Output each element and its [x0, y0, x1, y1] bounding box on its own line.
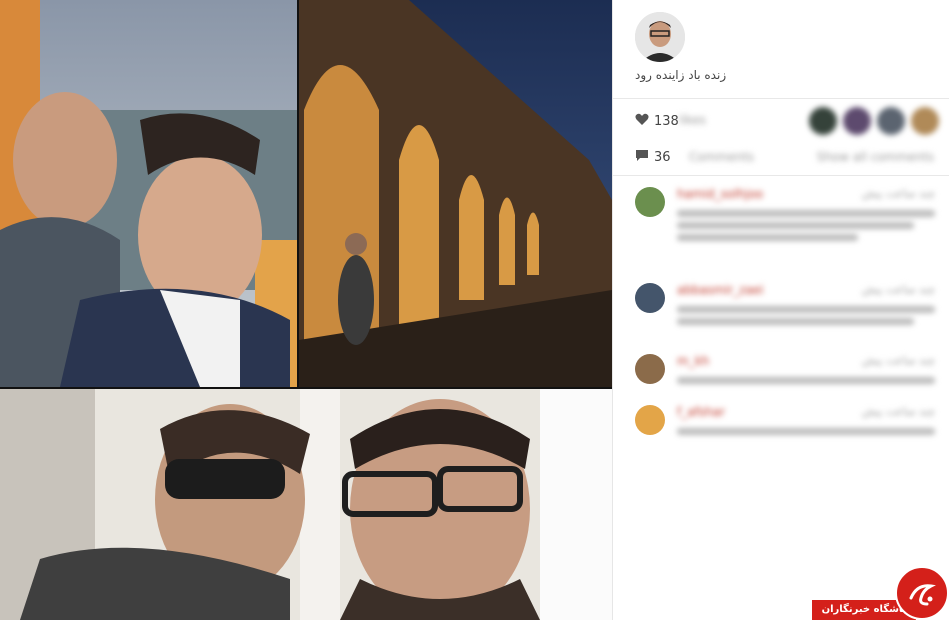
comment-text-line: [677, 377, 935, 384]
commenter-username[interactable]: abbasmir_zaei: [677, 283, 764, 297]
comment-text: [677, 372, 935, 389]
comment-text-line: [677, 306, 935, 313]
author-avatar[interactable]: [635, 12, 685, 62]
photo-selfie-vehicle: [0, 389, 612, 620]
commenter-avatar[interactable]: [635, 283, 665, 313]
likes-label: likes: [679, 113, 706, 127]
divider: [613, 98, 949, 99]
comment-time: چند ساعت پیش: [861, 405, 935, 418]
commenter-username[interactable]: f_afshar: [677, 405, 725, 419]
commenter-avatar[interactable]: [635, 187, 665, 217]
comments-row[interactable]: 36: [635, 149, 671, 166]
post-photo-collage: [0, 0, 612, 620]
commenter-avatar[interactable]: [635, 354, 665, 384]
comments-count: 36: [654, 150, 671, 165]
liker-avatar[interactable]: [843, 107, 871, 135]
comment-text-line: [677, 210, 935, 217]
comment-text-line: [677, 222, 915, 229]
comment-time: چند ساعت پیش: [861, 283, 935, 296]
divider: [613, 175, 949, 176]
liker-avatar[interactable]: [809, 107, 837, 135]
comment-text-line: [677, 428, 935, 435]
comment-time: چند ساعت پیش: [861, 354, 935, 367]
show-all-comments-link[interactable]: Show all comments: [817, 150, 934, 164]
commenter-username[interactable]: m_kh: [677, 354, 709, 368]
likes-row[interactable]: 138: [635, 113, 679, 130]
commenter-username[interactable]: hamid_solhjoo: [677, 187, 763, 201]
heart-icon[interactable]: [635, 113, 649, 130]
post-caption: زنده باد زاینده رود: [635, 68, 727, 82]
watermark-logo: باشگاه خبرنگاران: [812, 566, 949, 620]
likes-count: 138: [654, 114, 679, 129]
comment-time: چند ساعت پیش: [861, 187, 935, 200]
watermark-emblem-icon: [895, 566, 949, 620]
liker-avatar[interactable]: [877, 107, 905, 135]
comment-text: [677, 301, 935, 330]
comment-text-line: [677, 318, 915, 325]
commenter-avatar[interactable]: [635, 405, 665, 435]
comment-text: [677, 423, 935, 440]
photo-bridge-arches: [299, 0, 612, 387]
comment-text: [677, 205, 935, 246]
photo-selfie-riverside: [0, 0, 297, 387]
liker-avatar[interactable]: [911, 107, 939, 135]
comment-icon[interactable]: [635, 149, 649, 166]
comment-text-line: [677, 234, 858, 241]
post-panel: زنده باد زاینده رود 138 likes 36 Comment…: [612, 0, 949, 620]
comments-label: Comments: [689, 150, 755, 164]
